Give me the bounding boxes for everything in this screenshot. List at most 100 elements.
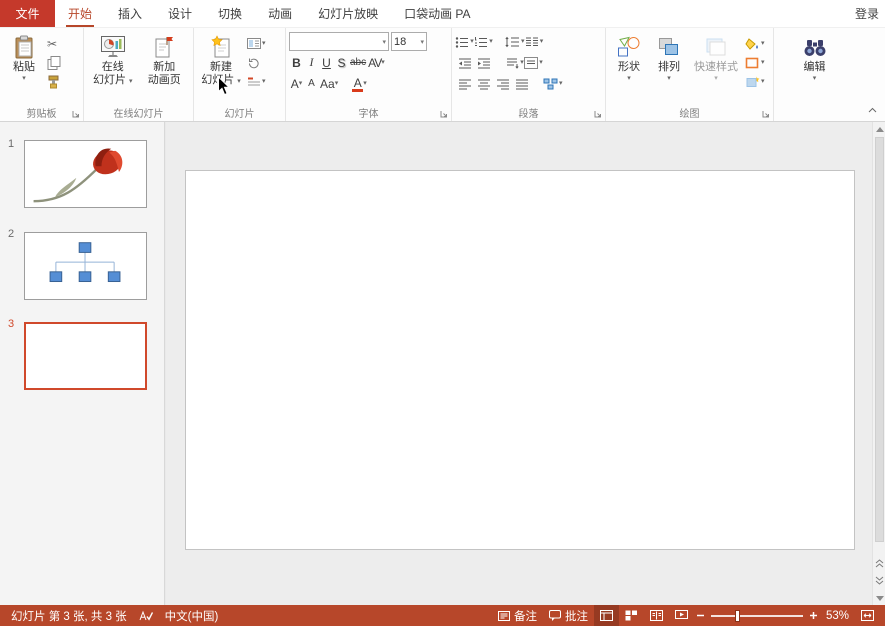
- font-size-combo[interactable]: 18 ▾: [391, 32, 427, 51]
- zoom-slider-thumb[interactable]: [735, 610, 740, 622]
- bullets-icon: [455, 36, 469, 48]
- quick-styles-button[interactable]: 快速样式 ▾: [689, 31, 743, 105]
- vertical-scrollbar[interactable]: [872, 122, 885, 605]
- clipboard-dialog-launcher[interactable]: [71, 109, 81, 119]
- comments-icon: [549, 610, 561, 621]
- align-left-button[interactable]: [455, 74, 474, 93]
- slide-sorter-icon: [625, 610, 638, 621]
- reading-view-button[interactable]: [644, 605, 669, 626]
- online-slides-button[interactable]: 在线 幻灯片 ▾: [87, 31, 139, 105]
- arrange-icon: [658, 33, 680, 61]
- font-size-value: 18: [394, 36, 420, 48]
- layout-button[interactable]: ▾: [245, 34, 268, 53]
- chevron-down-icon: ▾: [761, 39, 765, 48]
- format-painter-button[interactable]: [45, 72, 63, 91]
- align-right-button[interactable]: [493, 74, 512, 93]
- login-link[interactable]: 登录: [849, 0, 885, 27]
- notes-button[interactable]: 备注: [492, 605, 543, 626]
- file-tab[interactable]: 文件: [0, 0, 55, 27]
- font-name-combo[interactable]: ▾: [289, 32, 389, 51]
- paste-button[interactable]: 粘贴 ▾: [3, 31, 45, 105]
- italic-button[interactable]: I: [304, 53, 319, 72]
- align-text-button[interactable]: ▾: [524, 53, 543, 72]
- plus-icon: [809, 611, 818, 620]
- scrollbar-thumb[interactable]: [875, 137, 884, 542]
- normal-view-button[interactable]: [594, 605, 619, 626]
- strikethrough-button[interactable]: abc: [349, 53, 367, 72]
- bullets-button[interactable]: ▾: [455, 32, 474, 51]
- shrink-font-button[interactable]: A: [304, 74, 319, 93]
- align-center-button[interactable]: [474, 74, 493, 93]
- character-spacing-button[interactable]: AV▾: [367, 53, 386, 72]
- cut-button[interactable]: ✂: [45, 34, 63, 53]
- slide-editing-area[interactable]: [185, 170, 855, 550]
- grow-font-button[interactable]: A▾: [289, 74, 304, 93]
- numbering-button[interactable]: ▾: [474, 32, 493, 51]
- bold-button[interactable]: B: [289, 53, 304, 72]
- new-slide-button[interactable]: 新建 幻灯片 ▾: [197, 31, 245, 105]
- previous-slide-button[interactable]: [873, 556, 885, 570]
- editing-button[interactable]: 编辑 ▾: [792, 31, 838, 105]
- reading-view-icon: [650, 610, 663, 621]
- tab-transitions[interactable]: 切换: [205, 0, 255, 27]
- shape-effects-icon: [745, 76, 760, 88]
- scroll-down-button[interactable]: [873, 591, 885, 605]
- ribbon-right-spacer: [855, 28, 885, 121]
- font-color-button[interactable]: A ▾: [351, 74, 368, 93]
- justify-button[interactable]: [512, 74, 531, 93]
- slide-sorter-view-button[interactable]: [619, 605, 644, 626]
- chevron-down-icon: ▾: [262, 77, 266, 86]
- online-slides-group-label: 在线幻灯片: [84, 105, 193, 120]
- line-spacing-button[interactable]: ▾: [505, 32, 525, 51]
- shapes-button[interactable]: 形状 ▾: [609, 31, 649, 105]
- chevron-down-icon: ▾: [299, 79, 303, 88]
- tab-insert[interactable]: 插入: [105, 0, 155, 27]
- tab-animations[interactable]: 动画: [255, 0, 305, 27]
- tab-pocket-animation[interactable]: 口袋动画 PA: [391, 0, 483, 27]
- increase-indent-button[interactable]: [474, 53, 493, 72]
- text-shadow-button[interactable]: S: [334, 53, 349, 72]
- tab-design[interactable]: 设计: [155, 0, 205, 27]
- arrange-button[interactable]: 排列 ▾: [649, 31, 689, 105]
- align-text-icon: [524, 57, 538, 69]
- reset-slide-button[interactable]: [245, 53, 268, 72]
- zoom-in-button[interactable]: [807, 605, 820, 626]
- paragraph-dialog-launcher[interactable]: [593, 109, 603, 119]
- section-button[interactable]: ▾: [245, 72, 268, 91]
- zoom-level[interactable]: 53%: [820, 605, 855, 626]
- copy-button[interactable]: [45, 53, 63, 72]
- menu-bar: 文件 开始 插入 设计 切换 动画 幻灯片放映 口袋动画 PA 登录: [0, 0, 885, 28]
- change-case-button[interactable]: Aa▾: [319, 74, 339, 93]
- chevron-down-icon[interactable]: ▾: [22, 74, 26, 83]
- quick-styles-label: 快速样式: [694, 61, 738, 74]
- new-animation-page-label-line2: 动画页: [148, 74, 181, 87]
- comments-button[interactable]: 批注: [543, 605, 594, 626]
- font-dialog-launcher[interactable]: [439, 109, 449, 119]
- smartart-convert-button[interactable]: ▾: [543, 74, 563, 93]
- fit-to-window-button[interactable]: [855, 605, 880, 626]
- tab-slideshow[interactable]: 幻灯片放映: [305, 0, 391, 27]
- language-indicator[interactable]: 中文(中国): [159, 605, 225, 626]
- next-slide-button[interactable]: [873, 573, 885, 587]
- slide-thumbnail-3[interactable]: [24, 322, 147, 390]
- slide-thumbnail-1[interactable]: [24, 140, 147, 208]
- tab-home[interactable]: 开始: [55, 0, 105, 27]
- chevron-down-icon: ▾: [714, 74, 718, 83]
- spellcheck-button[interactable]: [133, 605, 159, 626]
- shape-effects-button[interactable]: ▾: [743, 72, 767, 91]
- columns-button[interactable]: ▾: [525, 32, 544, 51]
- underline-button[interactable]: U: [319, 53, 334, 72]
- new-animation-page-button[interactable]: 新加 动画页: [139, 31, 191, 105]
- drawing-dialog-launcher[interactable]: [761, 109, 771, 119]
- format-painter-icon: [47, 75, 60, 89]
- shape-outline-button[interactable]: ▾: [743, 53, 767, 72]
- collapse-ribbon-button[interactable]: [867, 105, 877, 115]
- scroll-up-button[interactable]: [873, 122, 885, 136]
- text-direction-button[interactable]: ▾: [505, 53, 524, 72]
- slideshow-view-button[interactable]: [669, 605, 694, 626]
- zoom-slider[interactable]: [711, 615, 803, 617]
- zoom-out-button[interactable]: [694, 605, 707, 626]
- shape-fill-button[interactable]: ▾: [743, 34, 767, 53]
- slide-thumbnail-2[interactable]: [24, 232, 147, 300]
- decrease-indent-button[interactable]: [455, 53, 474, 72]
